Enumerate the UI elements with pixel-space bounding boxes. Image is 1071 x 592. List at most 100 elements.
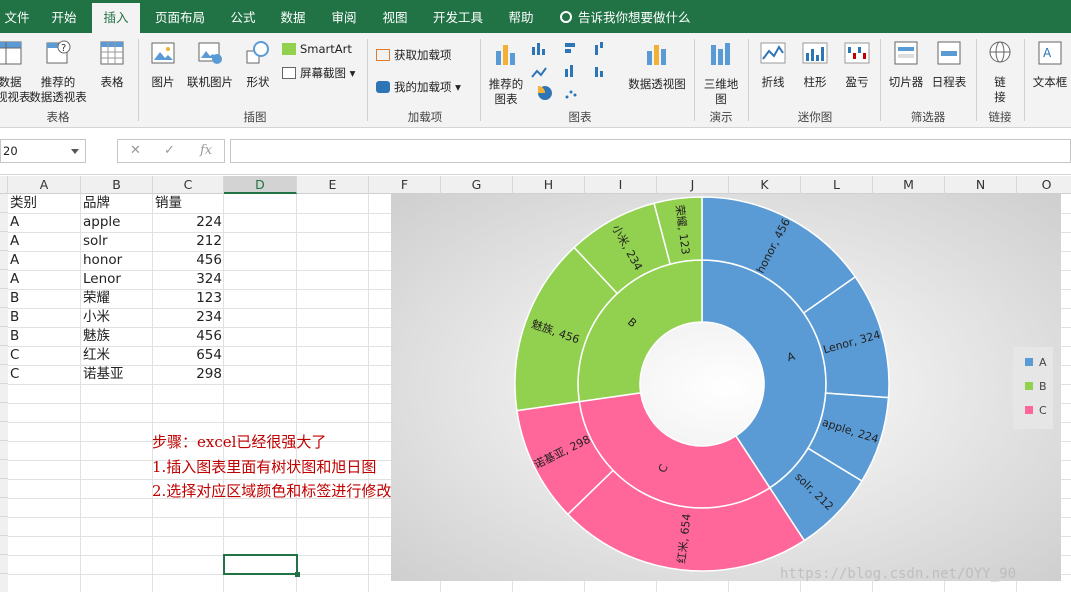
link-button[interactable]: 链 接 [982,39,1018,105]
tab-9[interactable]: 帮助 [498,0,544,33]
table-cell[interactable]: 298 [155,365,222,384]
row-header[interactable] [0,232,8,251]
table-cell[interactable]: apple [83,213,153,232]
table-cell[interactable]: C [10,365,80,384]
table-cell[interactable]: 123 [155,289,222,308]
table-cell[interactable]: 224 [155,213,222,232]
timeline-button[interactable]: 日程表 [928,39,970,90]
tab-6[interactable]: 审阅 [320,0,368,33]
column-header-O[interactable]: O [1017,176,1071,194]
recommended-charts-button[interactable]: 推荐的 图表 [484,39,528,107]
smartart-button[interactable]: SmartArt [282,41,352,57]
header-cell[interactable]: 品牌 [83,194,153,213]
table-cell[interactable]: B [10,289,80,308]
header-cell[interactable]: 销量 [155,194,222,213]
row-header[interactable] [0,270,8,289]
3d-map-button[interactable]: 三维地 图 [700,39,742,107]
column-header-I[interactable]: I [585,176,657,194]
select-all-corner[interactable] [0,176,8,194]
table-cell[interactable]: 红米 [83,346,153,365]
row-header[interactable] [0,574,8,592]
row-header[interactable] [0,441,8,460]
table-button[interactable]: 表格 [94,39,130,90]
table-cell[interactable]: 荣耀 [83,289,153,308]
column-header-L[interactable]: L [801,176,873,194]
fill-handle[interactable] [295,572,300,577]
table-cell[interactable]: A [10,232,80,251]
column-header-D[interactable]: D [224,176,297,194]
get-addins-button[interactable]: 获取加载项 [376,47,452,63]
column-header-N[interactable]: N [945,176,1017,194]
row-header[interactable] [0,194,8,213]
shapes-button[interactable]: 形状 [240,39,276,90]
row-header[interactable] [0,327,8,346]
row-header[interactable] [0,403,8,422]
row-header[interactable] [0,555,8,574]
chart-type-gallery[interactable] [530,41,625,103]
column-header-E[interactable]: E [297,176,369,194]
tell-me-search[interactable]: 告诉我你想要做什么 [560,0,691,33]
row-header[interactable] [0,384,8,403]
textbox-button[interactable]: A 文本框 [1028,39,1071,90]
table-cell[interactable]: honor [83,251,153,270]
recommended-pivot-button[interactable]: ? 推荐的 数据透视表 [26,39,90,105]
row-header[interactable] [0,460,8,479]
tab-4[interactable]: 公式 [220,0,266,33]
table-cell[interactable]: 456 [155,327,222,346]
insert-function-icon[interactable]: fx [200,143,212,158]
column-header-A[interactable]: A [8,176,81,194]
column-header-B[interactable]: B [81,176,153,194]
my-addins-button[interactable]: 我的加载项 ▾ [376,79,461,95]
sparkline-line-button[interactable]: 折线 [754,39,792,90]
table-cell[interactable]: A [10,270,80,289]
row-header[interactable] [0,517,8,536]
table-cell[interactable]: solr [83,232,153,251]
name-box[interactable]: 20 [0,139,86,163]
pivot-table-button[interactable]: 数据 视视表 [0,39,31,105]
table-cell[interactable]: 234 [155,308,222,327]
column-header-K[interactable]: K [729,176,801,194]
table-cell[interactable]: C [10,346,80,365]
table-cell[interactable]: 诺基亚 [83,365,153,384]
tab-0[interactable]: 文件 [0,0,34,33]
picture-button[interactable]: 图片 [145,39,181,90]
row-header[interactable] [0,308,8,327]
row-header[interactable] [0,289,8,308]
row-header[interactable] [0,422,8,441]
row-header[interactable] [0,498,8,517]
table-cell[interactable]: B [10,327,80,346]
tab-8[interactable]: 开发工具 [422,0,494,33]
sparkline-winloss-button[interactable]: 盈亏 [838,39,876,90]
slicer-button[interactable]: 切片器 [886,39,926,90]
tab-3[interactable]: 页面布局 [144,0,216,33]
row-header[interactable] [0,536,8,555]
screenshot-button[interactable]: 屏幕截图 ▾ [282,65,355,81]
column-header-H[interactable]: H [513,176,585,194]
enter-icon[interactable]: ✓ [164,143,175,158]
row-header[interactable] [0,213,8,232]
row-header[interactable] [0,365,8,384]
column-header-G[interactable]: G [441,176,513,194]
table-cell[interactable]: A [10,251,80,270]
tab-2[interactable]: 插入 [92,3,140,36]
column-header-M[interactable]: M [873,176,945,194]
table-cell[interactable]: 小米 [83,308,153,327]
row-header[interactable] [0,479,8,498]
pivot-chart-button[interactable]: 数据透视图 [626,39,688,92]
cancel-icon[interactable]: ✕ [130,143,141,158]
table-cell[interactable]: 212 [155,232,222,251]
table-cell[interactable]: Lenor [83,270,153,289]
online-pictures-button[interactable]: 联机图片 [184,39,236,90]
table-cell[interactable]: 456 [155,251,222,270]
sunburst-chart[interactable]: honor, 456Lenor, 324apple, 224solr, 212A… [391,194,1061,581]
header-cell[interactable]: 类别 [10,194,80,213]
table-cell[interactable]: 魅族 [83,327,153,346]
formula-input[interactable] [230,139,1071,163]
row-header[interactable] [0,251,8,270]
table-cell[interactable]: 324 [155,270,222,289]
column-header-J[interactable]: J [657,176,729,194]
column-header-F[interactable]: F [369,176,441,194]
table-cell[interactable]: B [10,308,80,327]
table-cell[interactable]: 654 [155,346,222,365]
tab-5[interactable]: 数据 [270,0,316,33]
